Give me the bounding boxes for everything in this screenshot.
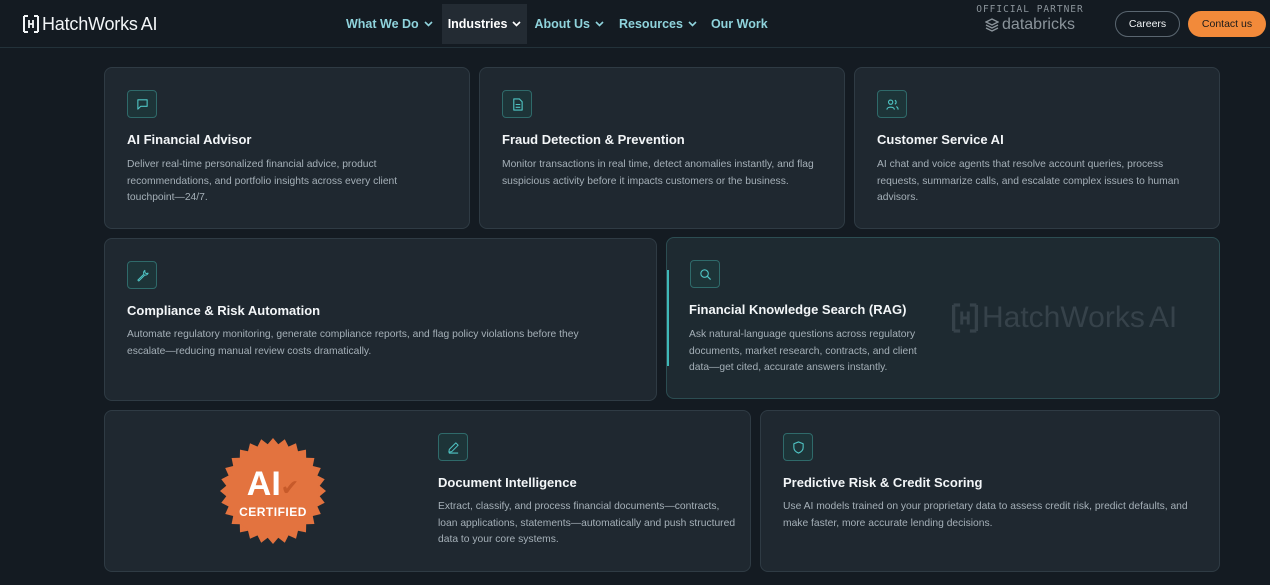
chevron-down-icon <box>688 21 697 27</box>
card-description: Use AI models trained on your proprietar… <box>783 501 1188 529</box>
card-compliance-risk[interactable]: Compliance & Risk Automation Automate re… <box>104 238 657 401</box>
partner-brand: databricks <box>1002 16 1075 33</box>
menu-label: What We Do <box>346 17 419 31</box>
databricks-icon <box>985 18 1000 32</box>
card-description: Extract, classify, and process financial… <box>438 501 736 545</box>
top-navigation: HatchWorks AI What We Do Industries About… <box>0 0 1270 48</box>
hatchworks-watermark-logo: HatchWorks AI <box>952 298 1177 338</box>
ai-certified-badge: AI✔ CERTIFIED <box>219 437 327 545</box>
watermark-ai: AI <box>1148 301 1178 334</box>
partner-label: OFFICIAL PARTNER <box>976 4 1084 15</box>
chevron-down-icon <box>424 21 433 27</box>
active-accent-bar <box>667 270 669 366</box>
badge-ai-text: AI✔ <box>246 464 300 503</box>
card-fraud-detection[interactable]: Fraud Detection & Prevention Monitor tra… <box>479 67 845 229</box>
badge-text: AI✔ CERTIFIED <box>219 437 327 545</box>
card-description: Deliver real-time personalized financial… <box>127 159 398 203</box>
logo-ai: AI <box>140 13 158 34</box>
hatchworks-logo[interactable]: HatchWorks AI <box>23 13 158 35</box>
card-icon-box <box>877 90 907 118</box>
card-icon-box <box>690 260 720 288</box>
main-menu: What We Do Industries About Us Resources… <box>340 4 774 44</box>
menu-label: Resources <box>619 17 683 31</box>
menu-label: Our Work <box>710 17 768 31</box>
contact-us-button[interactable]: Contact us <box>1188 11 1266 37</box>
menu-label: Industries <box>447 17 508 31</box>
card-title: Document Intelligence <box>438 475 577 490</box>
logo-text: HatchWorks <box>42 13 138 34</box>
menu-industries[interactable]: Industries <box>441 4 528 44</box>
card-icon-box <box>783 433 813 461</box>
watermark-text: HatchWorks <box>982 301 1145 334</box>
card-description: Monitor transactions in real time, detec… <box>502 159 814 187</box>
menu-our-work[interactable]: Our Work <box>705 4 774 44</box>
chevron-down-icon <box>512 21 522 27</box>
card-ai-financial-advisor[interactable]: AI Financial Advisor Deliver real-time p… <box>104 67 470 229</box>
card-icon-box <box>438 433 468 461</box>
chevron-down-icon <box>595 21 604 27</box>
users-icon <box>885 98 899 110</box>
menu-label: About Us <box>534 17 590 31</box>
card-title: Customer Service AI <box>877 132 1004 147</box>
card-description: Automate regulatory monitoring, generate… <box>127 329 579 357</box>
card-icon-box <box>127 90 157 118</box>
card-predictive-risk-credit[interactable]: Predictive Risk & Credit Scoring Use AI … <box>760 410 1220 572</box>
menu-what-we-do[interactable]: What We Do <box>340 4 439 44</box>
logo-bracket-icon <box>952 303 978 333</box>
card-description: AI chat and voice agents that resolve ac… <box>877 159 1180 203</box>
pen-icon <box>447 441 459 454</box>
badge-certified-text: CERTIFIED <box>239 504 307 519</box>
wrench-icon <box>136 269 149 282</box>
chat-icon <box>136 98 148 110</box>
card-financial-knowledge-search[interactable]: Financial Knowledge Search (RAG) Ask nat… <box>666 237 1220 399</box>
card-title: Financial Knowledge Search (RAG) <box>689 302 907 317</box>
menu-about-us[interactable]: About Us <box>528 4 610 44</box>
careers-button[interactable]: Careers <box>1115 11 1180 37</box>
card-icon-box <box>127 261 157 289</box>
card-title: Compliance & Risk Automation <box>127 303 321 318</box>
databricks-logo: databricks <box>970 16 1090 34</box>
card-title: AI Financial Advisor <box>127 132 252 147</box>
card-icon-box <box>502 90 532 118</box>
card-description: Ask natural-language questions across re… <box>689 329 917 373</box>
card-title: Fraud Detection & Prevention <box>502 132 685 147</box>
menu-resources[interactable]: Resources <box>613 4 703 44</box>
search-icon <box>699 268 711 280</box>
card-customer-service-ai[interactable]: Customer Service AI AI chat and voice ag… <box>854 67 1220 229</box>
shield-icon <box>792 440 804 454</box>
card-title: Predictive Risk & Credit Scoring <box>783 475 983 490</box>
logo-bracket-icon <box>23 15 39 33</box>
document-icon <box>512 97 523 111</box>
official-partner-badge[interactable]: OFFICIAL PARTNER databricks <box>970 4 1090 38</box>
card-document-intelligence[interactable]: AI✔ CERTIFIED Document Intelligence Extr… <box>104 410 751 572</box>
